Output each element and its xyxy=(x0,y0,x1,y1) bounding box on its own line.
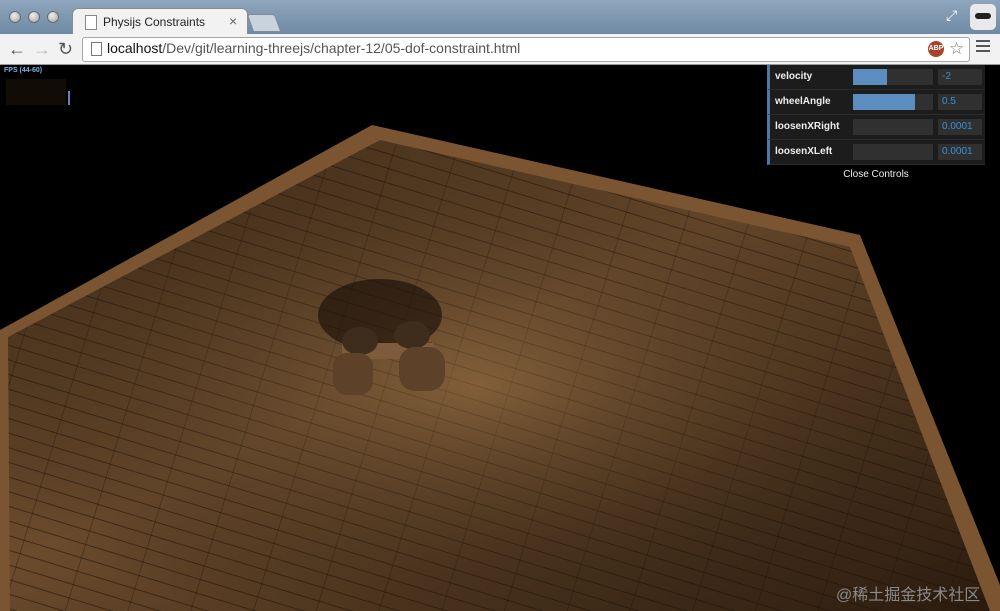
number-input-wheelangle[interactable]: 0.5 xyxy=(938,94,982,110)
fps-bar xyxy=(68,91,70,105)
url-host: localhost xyxy=(107,40,163,56)
controls-panel: velocity -2 wheelAngle 0.5 loosenXRight … xyxy=(767,65,985,185)
page-icon xyxy=(91,42,102,56)
wheel-front-right xyxy=(399,347,445,391)
fullscreen-icon[interactable]: ⤢ xyxy=(946,7,962,23)
control-label: loosenXRight xyxy=(775,121,840,132)
reload-icon[interactable]: ↻ xyxy=(58,38,73,60)
slider-fill xyxy=(853,94,916,110)
control-row-wheelangle[interactable]: wheelAngle 0.5 xyxy=(767,90,985,115)
control-row-loosenxright[interactable]: loosenXRight 0.0001 xyxy=(767,115,985,140)
tab-title: Physijs Constraints xyxy=(103,15,206,29)
wheel-rear-right xyxy=(333,353,373,395)
control-row-loosenxleft[interactable]: loosenXLeft 0.0001 xyxy=(767,140,985,165)
zoom-window-button[interactable] xyxy=(47,11,59,23)
slider-loosenxleft[interactable] xyxy=(853,144,933,160)
slider-wheelangle[interactable] xyxy=(853,94,933,110)
close-controls-button[interactable]: Close Controls xyxy=(767,165,985,185)
page-favicon-icon xyxy=(85,15,97,30)
control-label: wheelAngle xyxy=(775,96,831,107)
forward-arrow-icon[interactable]: → xyxy=(33,38,51,60)
control-label: loosenXLeft xyxy=(775,146,833,157)
control-label: velocity xyxy=(775,71,813,82)
bookmark-star-icon[interactable]: ☆ xyxy=(949,39,964,59)
browser-tab[interactable]: Physijs Constraints × xyxy=(72,8,248,35)
control-row-velocity[interactable]: velocity -2 xyxy=(767,65,985,90)
fps-label: FPS (44-60) xyxy=(4,67,43,74)
address-bar[interactable]: localhost/Dev/git/learning-threejs/chapt… xyxy=(82,37,970,62)
slider-loosenxright[interactable] xyxy=(853,119,933,135)
webgl-viewport[interactable]: FPS (44-60) velocity -2 wheelAngle 0.5 l… xyxy=(0,65,1000,611)
number-input-velocity[interactable]: -2 xyxy=(938,69,982,85)
url-path: /Dev/git/learning-threejs/chapter-12/05-… xyxy=(162,40,521,56)
wheel-front-left xyxy=(394,321,430,349)
fps-stats[interactable]: FPS (44-60) xyxy=(4,67,70,107)
watermark-text: @稀土掘金技术社区 xyxy=(836,587,981,604)
fps-graph xyxy=(6,79,66,105)
back-arrow-icon[interactable]: ← xyxy=(8,38,26,60)
adblock-extension-icon[interactable]: ABP xyxy=(928,41,944,57)
chrome-menu-icon[interactable] xyxy=(976,40,990,54)
slider-velocity[interactable] xyxy=(853,69,933,85)
minimize-window-button[interactable] xyxy=(28,11,40,23)
new-tab-button[interactable] xyxy=(246,14,282,32)
number-input-loosenxleft[interactable]: 0.0001 xyxy=(938,144,982,160)
close-window-button[interactable] xyxy=(9,11,21,23)
browser-toolbar: ← → ↻ localhost/Dev/git/learning-threejs… xyxy=(0,34,1000,65)
slider-fill xyxy=(853,69,887,85)
title-bar: Physijs Constraints × ⤢ xyxy=(0,0,1000,35)
number-input-loosenxright[interactable]: 0.0001 xyxy=(938,119,982,135)
wheel-rear-left xyxy=(342,327,378,355)
tab-close-icon[interactable]: × xyxy=(229,13,237,29)
url-text[interactable]: localhost/Dev/git/learning-threejs/chapt… xyxy=(107,40,520,56)
profile-avatar-icon[interactable] xyxy=(970,4,996,30)
